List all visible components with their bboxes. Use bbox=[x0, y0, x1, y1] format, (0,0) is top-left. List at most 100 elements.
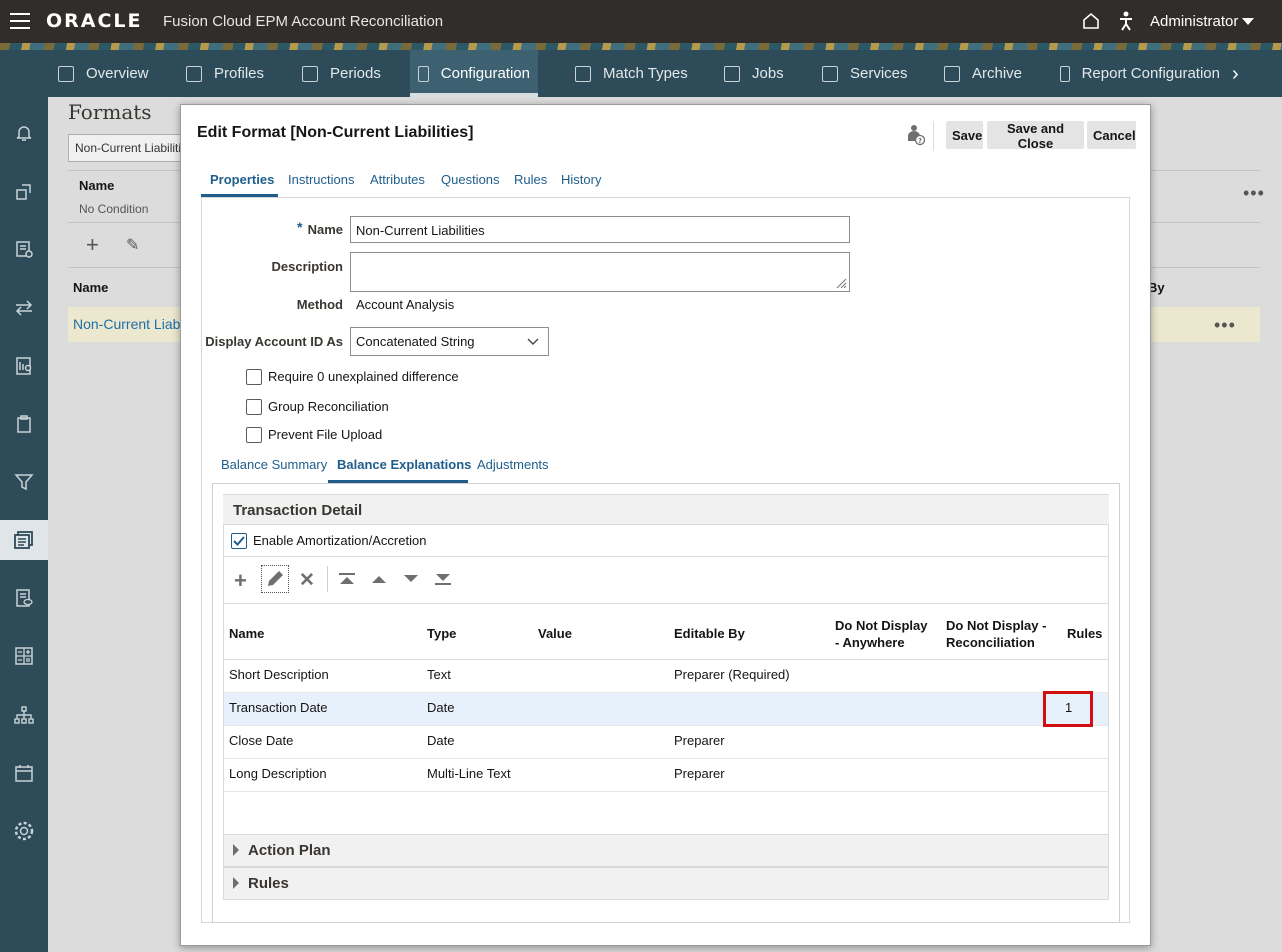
require-zero-checkbox[interactable] bbox=[246, 369, 262, 385]
cell-rules[interactable]: 1 bbox=[1065, 700, 1072, 715]
document-view-icon[interactable] bbox=[12, 586, 36, 610]
menu-icon[interactable] bbox=[10, 13, 30, 29]
user-menu[interactable]: Administrator bbox=[1150, 13, 1238, 30]
edit-icon[interactable]: ✎ bbox=[126, 235, 139, 255]
description-label: Description bbox=[271, 259, 343, 274]
add-icon[interactable]: + bbox=[234, 568, 247, 594]
nav-profiles[interactable]: Profiles bbox=[186, 50, 264, 97]
gear-icon[interactable] bbox=[12, 819, 36, 843]
nav-services[interactable]: Services bbox=[822, 50, 908, 97]
display-account-id-select[interactable]: Concatenated String bbox=[350, 327, 549, 356]
chevron-down-icon[interactable] bbox=[527, 338, 539, 346]
home-icon[interactable] bbox=[1082, 12, 1100, 30]
user-help-icon[interactable]: ? bbox=[907, 124, 925, 146]
column-dnd-anywhere: Do Not Display - Anywhere bbox=[835, 618, 928, 650]
expand-arrow-icon[interactable] bbox=[232, 843, 240, 857]
prevent-file-upload-checkbox[interactable] bbox=[246, 427, 262, 443]
cell-name: Close Date bbox=[229, 733, 294, 748]
chevron-right-icon[interactable]: › bbox=[1232, 63, 1239, 86]
prevent-file-upload-label: Prevent File Upload bbox=[268, 427, 383, 442]
dialog-title: Edit Format [Non-Current Liabilities] bbox=[197, 124, 474, 141]
nav-overview[interactable]: Overview bbox=[58, 50, 149, 97]
subtab-balance-summary[interactable]: Balance Summary bbox=[221, 457, 327, 472]
resize-handle-icon[interactable] bbox=[835, 277, 847, 289]
hierarchy-icon[interactable] bbox=[12, 703, 36, 727]
action-plan-header[interactable]: Action Plan bbox=[223, 834, 1109, 867]
enable-amortization-checkbox[interactable] bbox=[231, 533, 247, 549]
tab-properties[interactable]: Properties bbox=[210, 172, 274, 187]
edit-format-dialog: Edit Format [Non-Current Liabilities] ? … bbox=[180, 104, 1151, 946]
save-and-close-button[interactable]: Save and Close bbox=[987, 121, 1084, 151]
report-settings-icon[interactable] bbox=[12, 354, 36, 378]
table-row[interactable] bbox=[223, 726, 1109, 759]
main-nav: Overview Profiles Periods Configuration … bbox=[0, 50, 1282, 97]
tools-icon bbox=[418, 65, 429, 82]
nav-configuration[interactable]: Configuration bbox=[410, 50, 538, 97]
calendar-icon[interactable] bbox=[12, 761, 36, 785]
reconcile-icon[interactable] bbox=[12, 180, 36, 204]
condition-value: No Condition bbox=[79, 202, 149, 216]
nav-periods[interactable]: Periods bbox=[302, 50, 381, 97]
top-bar: ORACLE Fusion Cloud EPM Account Reconcil… bbox=[0, 0, 1282, 43]
pencil-icon bbox=[268, 571, 283, 586]
decorative-strip bbox=[0, 43, 1282, 50]
delete-icon[interactable]: ✕ bbox=[299, 569, 315, 592]
cell-type: Text bbox=[427, 667, 451, 682]
subtab-balance-explanations[interactable]: Balance Explanations bbox=[337, 457, 471, 472]
nav-report-configuration[interactable]: Report Configuration bbox=[1060, 50, 1220, 97]
tab-attributes[interactable]: Attributes bbox=[370, 172, 425, 187]
transaction-detail-header: Transaction Detail bbox=[223, 494, 1109, 525]
chevron-down-icon[interactable] bbox=[1242, 18, 1254, 25]
subtab-adjustments[interactable]: Adjustments bbox=[477, 457, 549, 472]
divider bbox=[933, 121, 934, 151]
cube-icon bbox=[58, 65, 74, 82]
nav-match-types[interactable]: Match Types bbox=[575, 50, 688, 97]
add-icon[interactable]: + bbox=[86, 232, 99, 258]
save-button[interactable]: Save bbox=[946, 121, 983, 149]
divider bbox=[327, 566, 328, 592]
move-top-icon[interactable] bbox=[338, 573, 356, 585]
table-row[interactable] bbox=[223, 759, 1109, 792]
enable-amortization-label: Enable Amortization/Accretion bbox=[253, 533, 427, 548]
expand-arrow-icon[interactable] bbox=[232, 876, 240, 890]
name-input[interactable]: Non-Current Liabilities bbox=[350, 216, 850, 243]
row-actions-icon[interactable]: ••• bbox=[1214, 315, 1236, 336]
column-value: Value bbox=[538, 626, 572, 641]
nav-jobs[interactable]: Jobs bbox=[724, 50, 784, 97]
require-zero-label: Require 0 unexplained difference bbox=[268, 369, 459, 384]
move-bottom-icon[interactable] bbox=[434, 573, 452, 585]
rules-section-header[interactable]: Rules bbox=[223, 867, 1109, 900]
calculator-icon[interactable] bbox=[12, 644, 36, 668]
more-options-icon[interactable]: ••• bbox=[1243, 183, 1265, 204]
sliders-icon bbox=[302, 65, 318, 82]
transfer-arrows-icon[interactable] bbox=[12, 296, 36, 320]
cell-name: Short Description bbox=[229, 667, 329, 682]
bell-icon[interactable] bbox=[12, 121, 36, 145]
edit-button[interactable] bbox=[261, 565, 289, 593]
column-rules: Rules bbox=[1067, 626, 1103, 641]
toolbox-icon bbox=[822, 65, 838, 82]
location-pin-icon bbox=[944, 65, 960, 82]
cancel-button[interactable]: Cancel bbox=[1087, 121, 1136, 149]
move-up-icon[interactable] bbox=[371, 574, 387, 584]
filter-icon[interactable] bbox=[12, 470, 36, 494]
tab-rules[interactable]: Rules bbox=[514, 172, 547, 187]
description-textarea[interactable] bbox=[350, 252, 850, 292]
document-settings-icon[interactable] bbox=[12, 237, 36, 261]
column-type: Type bbox=[427, 626, 457, 641]
cell-name: Transaction Date bbox=[229, 700, 328, 715]
move-down-icon[interactable] bbox=[403, 574, 419, 584]
tab-instructions[interactable]: Instructions bbox=[288, 172, 354, 187]
table-row[interactable] bbox=[223, 660, 1109, 693]
formats-icon[interactable] bbox=[0, 520, 48, 560]
tab-questions[interactable]: Questions bbox=[441, 172, 500, 187]
cell-editable-by: Preparer (Required) bbox=[674, 667, 790, 682]
accessibility-icon[interactable] bbox=[1118, 11, 1134, 31]
table-row[interactable] bbox=[223, 693, 1109, 726]
clipboard-icon[interactable] bbox=[12, 412, 36, 436]
page-title: Formats bbox=[68, 100, 152, 124]
format-selector[interactable]: Non-Current Liabilities bbox=[68, 134, 188, 162]
tab-history[interactable]: History bbox=[561, 172, 601, 187]
group-reconciliation-checkbox[interactable] bbox=[246, 399, 262, 415]
nav-archive[interactable]: Archive bbox=[944, 50, 1022, 97]
